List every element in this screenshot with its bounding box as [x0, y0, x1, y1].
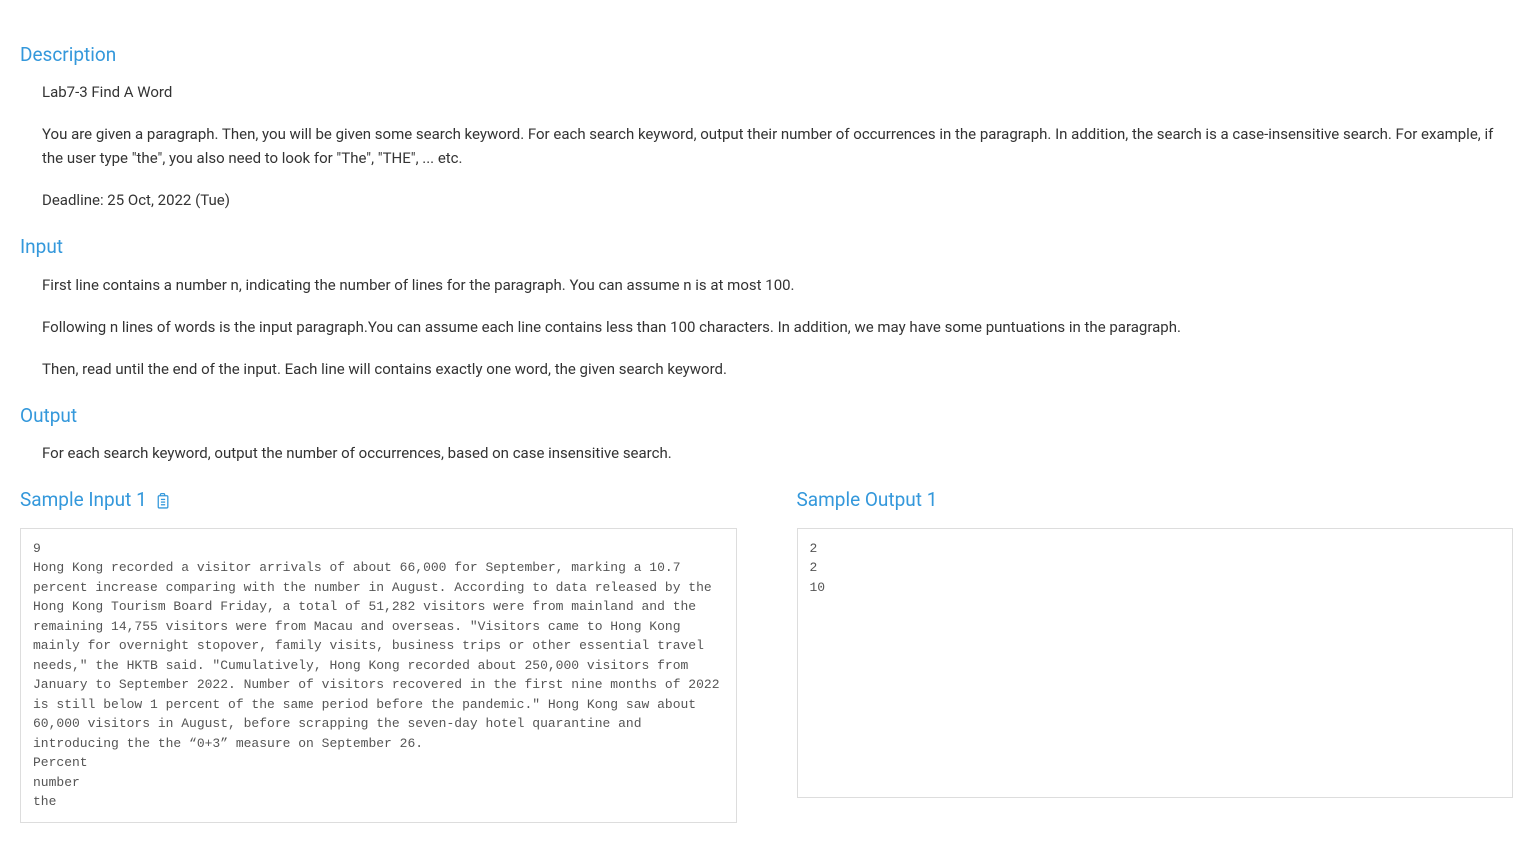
- output-content: For each search keyword, output the numb…: [20, 441, 1513, 465]
- samples-container: Sample Input 1 9 Hong Kong recorded a vi…: [20, 485, 1513, 822]
- sample-output-content: 2 2 10: [797, 528, 1514, 798]
- sample-input-header: Sample Input 1: [20, 485, 737, 515]
- description-p1: Lab7-3 Find A Word: [42, 80, 1513, 104]
- sample-output-header: Sample Output 1: [797, 485, 1514, 515]
- sample-output-heading: Sample Output 1: [797, 485, 938, 515]
- sample-input-content: 9 Hong Kong recorded a visitor arrivals …: [20, 528, 737, 823]
- input-p2: Following n lines of words is the input …: [42, 315, 1513, 339]
- input-p3: Then, read until the end of the input. E…: [42, 357, 1513, 381]
- input-p1: First line contains a number n, indicati…: [42, 273, 1513, 297]
- description-content: Lab7-3 Find A Word You are given a parag…: [20, 80, 1513, 212]
- description-p2: You are given a paragraph. Then, you wil…: [42, 122, 1513, 170]
- output-p1: For each search keyword, output the numb…: [42, 441, 1513, 465]
- clipboard-icon[interactable]: [155, 492, 170, 509]
- input-heading: Input: [20, 232, 1513, 262]
- input-content: First line contains a number n, indicati…: [20, 273, 1513, 381]
- sample-input-heading: Sample Input 1: [20, 485, 147, 515]
- output-heading: Output: [20, 401, 1513, 431]
- description-p3: Deadline: 25 Oct, 2022 (Tue): [42, 188, 1513, 212]
- sample-input-column: Sample Input 1 9 Hong Kong recorded a vi…: [20, 485, 737, 822]
- description-heading: Description: [20, 40, 1513, 70]
- sample-output-column: Sample Output 1 2 2 10: [797, 485, 1514, 822]
